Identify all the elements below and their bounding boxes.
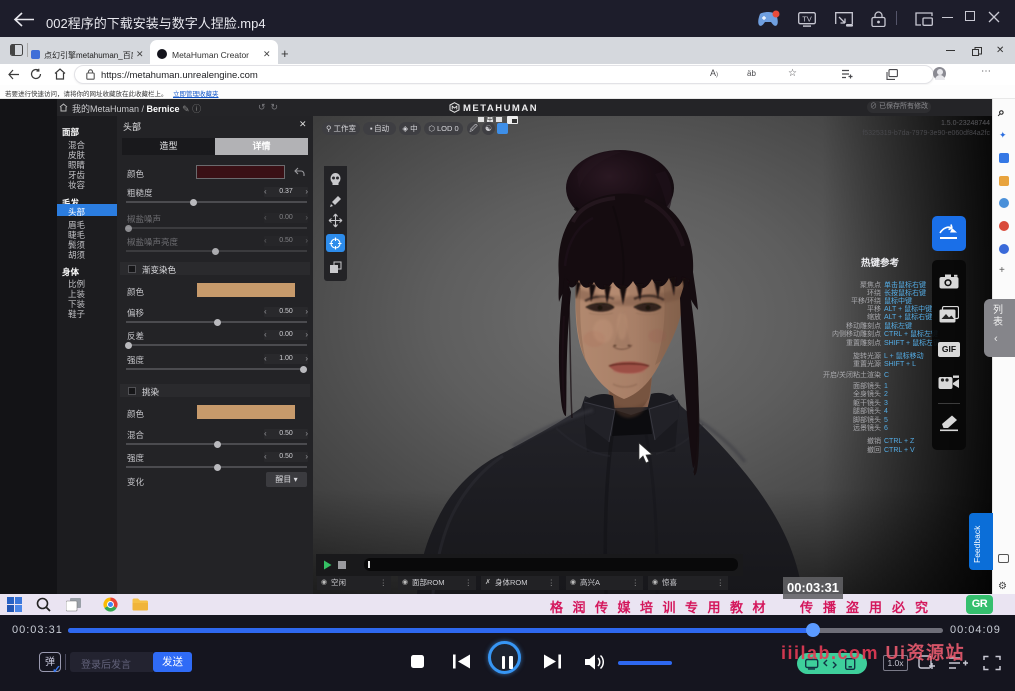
svg-text:TV: TV (802, 15, 812, 24)
